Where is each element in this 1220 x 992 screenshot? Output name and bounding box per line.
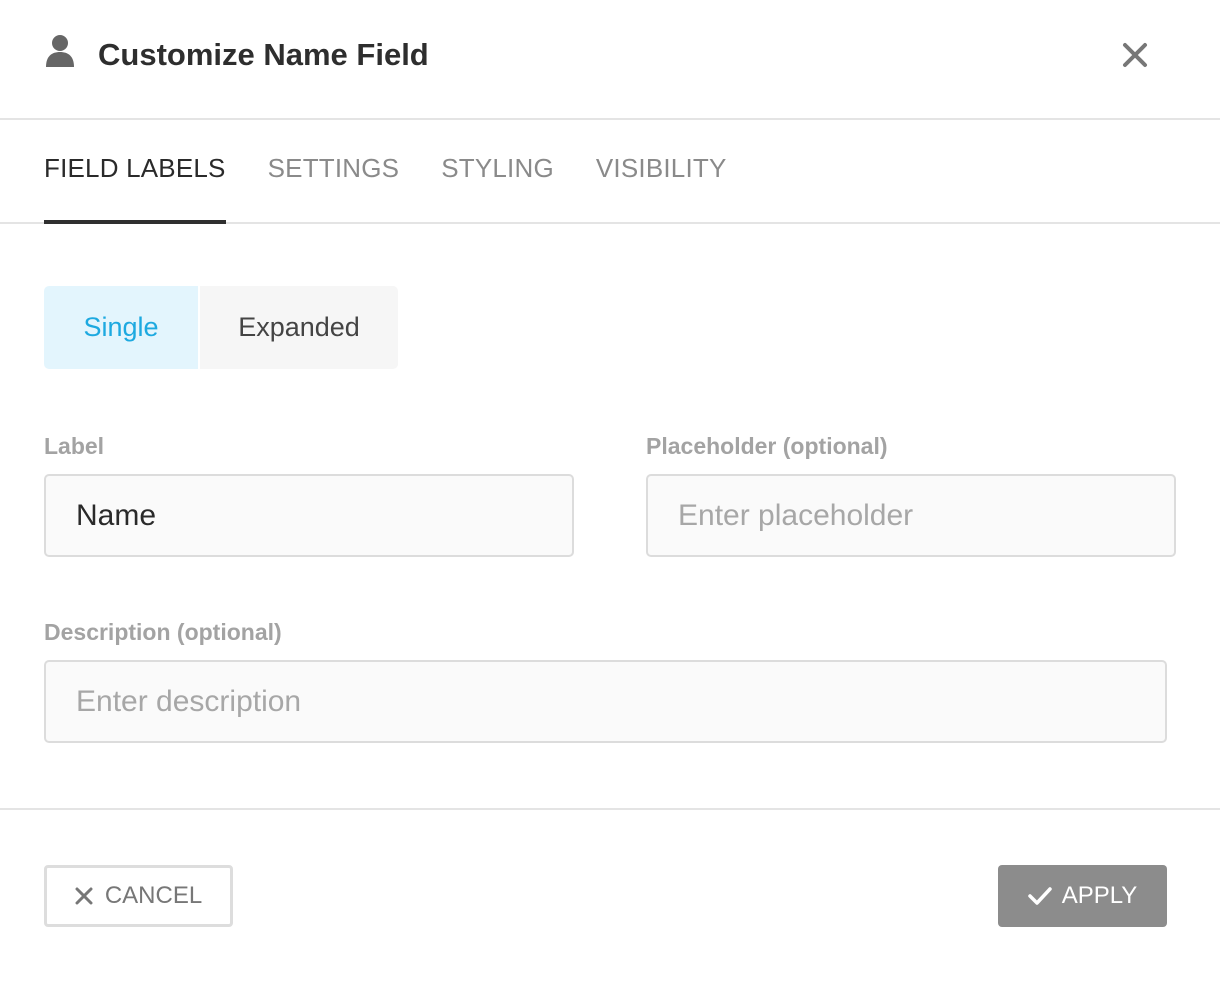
tab-field-labels[interactable]: FIELD LABELS xyxy=(44,120,226,224)
dialog-header: Customize Name Field xyxy=(0,0,1220,120)
user-icon xyxy=(44,34,76,68)
placeholder-field-caption: Placeholder (optional) xyxy=(646,433,888,459)
label-field-group: Label xyxy=(44,433,574,557)
label-field-caption: Label xyxy=(44,433,105,459)
close-icon[interactable] xyxy=(1120,40,1150,70)
placeholder-field-group: Placeholder (optional) xyxy=(646,433,1176,557)
close-icon xyxy=(75,887,93,905)
description-field-caption: Description (optional) xyxy=(44,619,282,645)
apply-label: APPLY xyxy=(1061,882,1138,909)
customize-field-dialog: Customize Name Field FIELD LABELS SETTIN… xyxy=(0,0,1220,992)
dialog-title: Customize Name Field xyxy=(98,37,429,72)
label-input[interactable] xyxy=(44,474,574,557)
label-placeholder-row: Label Placeholder (optional) xyxy=(44,433,1176,557)
tab-label: SETTINGS xyxy=(267,152,400,183)
tab-label: VISIBILITY xyxy=(595,152,727,183)
tab-bar: FIELD LABELS SETTINGS STYLING VISIBILITY xyxy=(0,120,1220,224)
dialog-footer: CANCEL APPLY xyxy=(0,810,1220,990)
tab-styling[interactable]: STYLING xyxy=(441,120,554,222)
description-field-group: Description (optional) xyxy=(44,619,1167,743)
mode-expanded-button[interactable]: Expanded xyxy=(200,286,398,369)
cancel-label: CANCEL xyxy=(104,882,203,909)
mode-toggle: Single Expanded xyxy=(44,286,1176,369)
tab-visibility[interactable]: VISIBILITY xyxy=(596,120,727,222)
description-input[interactable] xyxy=(44,660,1167,743)
cancel-button[interactable]: CANCEL xyxy=(44,865,233,927)
tab-settings[interactable]: SETTINGS xyxy=(268,120,400,222)
description-row: Description (optional) xyxy=(44,619,1176,743)
tab-label: FIELD LABELS xyxy=(44,152,226,183)
mode-single-button[interactable]: Single xyxy=(44,286,198,369)
field-labels-panel: Single Expanded Label Placeholder (optio… xyxy=(0,224,1220,810)
apply-button[interactable]: APPLY xyxy=(998,865,1167,927)
check-icon xyxy=(1027,886,1052,906)
tab-label: STYLING xyxy=(441,152,554,183)
placeholder-input[interactable] xyxy=(646,474,1176,557)
